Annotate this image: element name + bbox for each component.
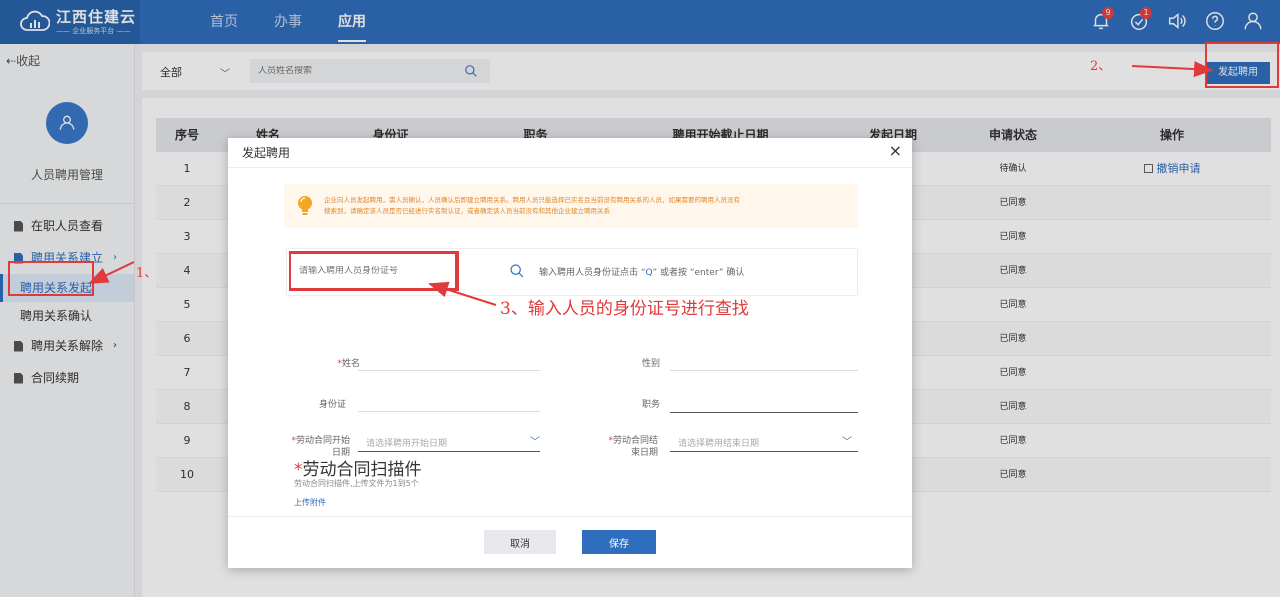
name-field[interactable] [358,370,540,371]
save-button[interactable]: 保存 [582,530,656,554]
contract-scan-title: *劳动合同扫描件 [294,460,422,480]
idcard-field[interactable] [358,411,540,412]
notice-banner: 企业向人员发起聘用，需人员确认，人员确认后即建立聘用关系。聘用人员只能选择已实名… [284,184,858,228]
annotation-step-1: 1、 [136,266,158,281]
duty-label: 职务 [641,400,660,410]
cancel-button[interactable]: 取消 [484,530,556,554]
start-date-field[interactable] [358,451,540,452]
dialog-title: 发起聘用 [228,138,912,168]
id-search-button[interactable] [509,263,527,281]
close-icon[interactable]: × [889,141,902,160]
dialog-body: 企业向人员发起聘用，需人员确认，人员确认后即建立聘用关系。聘用人员只能选择已实名… [228,169,912,516]
notice-line-1: 企业向人员发起聘用，需人员确认，人员确认后即建立聘用关系。聘用人员只能选择已实名… [324,196,740,204]
upload-attachment-link[interactable]: 上传附件 [294,497,326,508]
end-date-field[interactable] [670,451,858,452]
dialog-footer: 取消 保存 [228,516,912,568]
name-label: *姓名 [337,359,360,369]
gender-field[interactable] [670,370,858,371]
gender-label: 性别 [641,359,660,369]
annotation-box-sidebar [8,261,94,296]
duty-field[interactable] [670,412,858,413]
annotation-step-2: 2、 [1090,59,1112,74]
annotation-box-id-input [289,252,457,290]
end-date-label: *劳动合同结 束日期 [608,436,658,458]
start-date-placeholder[interactable]: 请选择聘用开始日期 [366,436,447,449]
lightbulb-icon [298,196,312,215]
launch-hire-dialog: 发起聘用 × 企业向人员发起聘用，需人员确认，人员确认后即建立聘用关系。聘用人员… [228,138,912,568]
idcard-label: 身份证 [318,400,346,410]
hint-pre: 输入聘用人员身份证点击 “ [539,268,646,278]
chevron-down-icon: ﹀ [842,437,852,448]
contract-scan-note: 劳动合同扫描件,上传文件为1到5个 [294,479,419,488]
search-icon [510,264,524,278]
hint-post: ” 或者按 “enter” 确认 [652,268,745,278]
id-search-hint: 输入聘用人员身份证点击 “Q” 或者按 “enter” 确认 [539,265,744,278]
annotation-box-launch [1205,42,1279,88]
notice-line-2: 搜索到，请确定该人员是否已经进行实名制认证，或者确定该人员当前没有和其他企业建立… [324,207,610,215]
end-date-placeholder[interactable]: 请选择聘用结束日期 [678,436,759,449]
annotation-step-3: 3、输入人员的身份证号进行查找 [500,299,749,319]
chevron-down-icon: ﹀ [530,437,540,448]
